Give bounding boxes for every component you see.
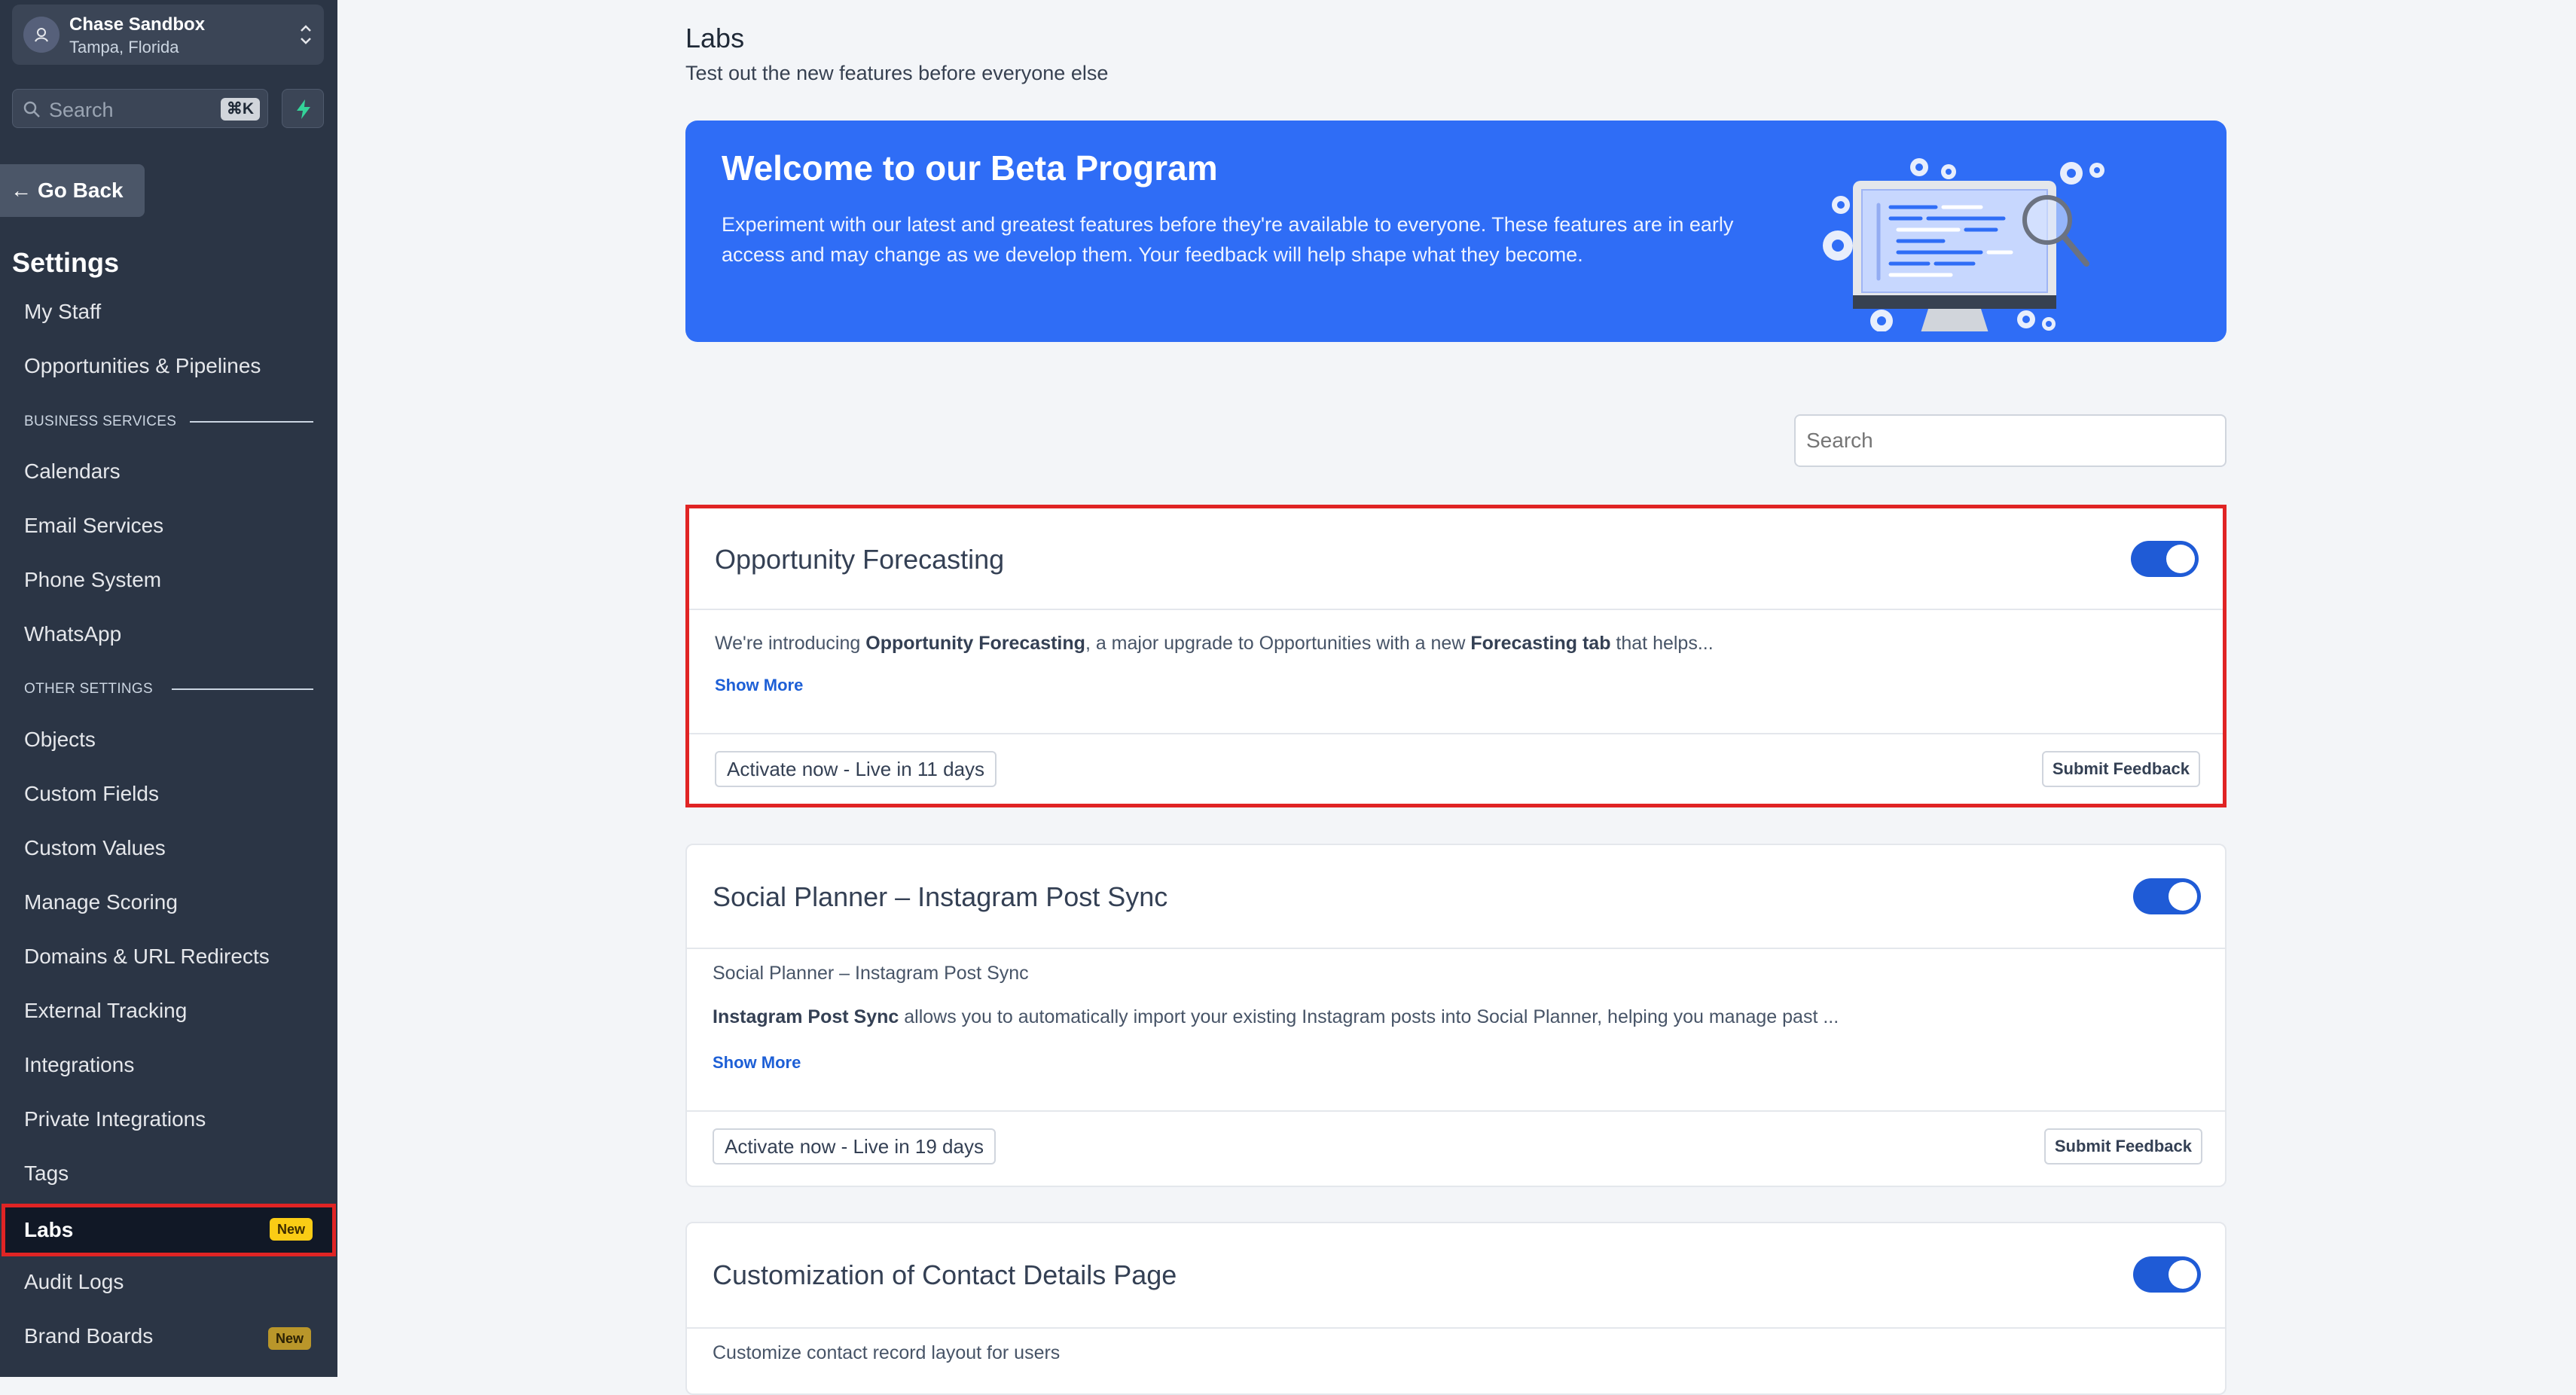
page-subtitle: Test out the new features before everyon…: [685, 62, 1109, 84]
card-description: We're introducing Opportunity Forecastin…: [715, 633, 1714, 655]
section-divider: [172, 688, 313, 690]
feature-toggle[interactable]: [2133, 878, 2201, 914]
sidebar-item-opportunities[interactable]: Opportunities & Pipelines: [24, 354, 261, 378]
arrow-left-icon: ←: [11, 179, 32, 202]
section-business-services: BUSINESS SERVICES: [24, 414, 177, 429]
sidebar-item-audit-logs[interactable]: Audit Logs: [24, 1270, 124, 1294]
sidebar-item-custom-fields[interactable]: Custom Fields: [24, 782, 159, 806]
sidebar-search-placeholder: Search: [49, 99, 114, 121]
sidebar-item-email-services[interactable]: Email Services: [24, 514, 163, 538]
feature-card-opportunity-forecasting: Opportunity Forecasting We're introducin…: [685, 505, 2227, 807]
feature-toggle[interactable]: [2133, 1256, 2201, 1293]
sidebar-item-private-integrations[interactable]: Private Integrations: [24, 1107, 206, 1131]
card-subtitle: Customize contact record layout for user…: [713, 1342, 1061, 1363]
go-back-button[interactable]: ← Go Back: [0, 164, 145, 217]
card-footer: Activate now - Live in 19 days Submit Fe…: [687, 1110, 2225, 1189]
toggle-knob: [2169, 1260, 2197, 1289]
sidebar-item-tags[interactable]: Tags: [24, 1161, 69, 1186]
location-avatar-icon: [23, 17, 60, 53]
card-title: Opportunity Forecasting: [715, 544, 1005, 575]
toggle-knob: [2169, 882, 2197, 911]
chevron-updown-icon: [301, 25, 311, 44]
card-title: Social Planner – Instagram Post Sync: [713, 881, 1168, 912]
toggle-knob: [2166, 545, 2195, 573]
sidebar-item-labs[interactable]: Labs New: [2, 1204, 336, 1256]
feature-card-instagram-post-sync: Social Planner – Instagram Post Sync Soc…: [685, 844, 2227, 1187]
sidebar-item-external-tracking[interactable]: External Tracking: [24, 999, 187, 1023]
feature-toggle[interactable]: [2131, 541, 2199, 577]
search-shortcut: ⌘K: [220, 98, 260, 121]
card-header: Customization of Contact Details Page: [687, 1223, 2225, 1329]
account-location: Tampa, Florida: [69, 38, 179, 56]
card-header: Opportunity Forecasting: [689, 508, 2223, 610]
sidebar-item-domains[interactable]: Domains & URL Redirects: [24, 945, 270, 969]
sidebar-item-manage-scoring[interactable]: Manage Scoring: [24, 890, 178, 914]
activate-now-button[interactable]: Activate now - Live in 19 days: [713, 1128, 996, 1165]
sidebar-search[interactable]: Search ⌘K: [12, 89, 268, 128]
labs-search-input[interactable]: [1794, 414, 2227, 467]
computer-code-illustration-icon: [1823, 158, 2104, 331]
settings-title: Settings: [12, 247, 120, 278]
desc-bold: Instagram Post Sync: [713, 1006, 899, 1027]
sidebar-item-integrations[interactable]: Integrations: [24, 1053, 134, 1077]
new-badge: New: [268, 1327, 312, 1350]
desc-bold: Opportunity Forecasting: [865, 633, 1085, 654]
section-other-settings: OTHER SETTINGS: [24, 681, 153, 697]
page-title: Labs: [685, 23, 745, 53]
sidebar-item-phone-system[interactable]: Phone System: [24, 568, 161, 592]
submit-feedback-button[interactable]: Submit Feedback: [2041, 751, 2200, 787]
sidebar-item-labs-label: Labs: [24, 1218, 74, 1241]
account-name: Chase Sandbox: [69, 14, 206, 35]
desc-text: allows you to automatically import your …: [899, 1006, 1839, 1027]
desc-text: that helps...: [1610, 633, 1714, 654]
section-divider: [190, 421, 313, 423]
banner-text: Experiment with our latest and greatest …: [722, 213, 1734, 266]
banner-title: Welcome to our Beta Program: [722, 148, 1218, 188]
sidebar-item-objects[interactable]: Objects: [24, 728, 96, 752]
lightning-icon: [297, 99, 310, 119]
go-back-label: Go Back: [38, 179, 124, 202]
beta-program-banner: Welcome to our Beta Program Experiment w…: [685, 121, 2227, 342]
sidebar-item-brand-boards[interactable]: Brand Boards: [24, 1324, 153, 1348]
quick-actions-button[interactable]: [282, 89, 324, 128]
card-subtitle: Social Planner – Instagram Post Sync: [713, 963, 1029, 984]
sidebar-item-whatsapp[interactable]: WhatsApp: [24, 622, 121, 646]
sidebar-item-calendars[interactable]: Calendars: [24, 459, 121, 484]
feature-card-contact-details: Customization of Contact Details Page Cu…: [685, 1222, 2227, 1395]
card-footer: Activate now - Live in 11 days Submit Fe…: [689, 733, 2223, 805]
desc-text: We're introducing: [715, 633, 866, 654]
card-title: Customization of Contact Details Page: [713, 1259, 1177, 1290]
card-header: Social Planner – Instagram Post Sync: [687, 845, 2225, 949]
search-icon: [23, 101, 40, 118]
activate-now-button[interactable]: Activate now - Live in 11 days: [715, 751, 997, 787]
sidebar: Chase Sandbox Tampa, Florida Search ⌘K ←…: [0, 0, 337, 1377]
card-description: Instagram Post Sync allows you to automa…: [713, 1006, 1839, 1028]
desc-text: , a major upgrade to Opportunities with …: [1085, 633, 1471, 654]
sidebar-item-custom-values[interactable]: Custom Values: [24, 836, 166, 860]
new-badge: New: [269, 1218, 313, 1241]
desc-bold: Forecasting tab: [1470, 633, 1611, 654]
sidebar-item-my-staff[interactable]: My Staff: [24, 300, 101, 324]
submit-feedback-button[interactable]: Submit Feedback: [2043, 1128, 2202, 1165]
account-switcher[interactable]: Chase Sandbox Tampa, Florida: [12, 5, 324, 65]
show-more-link[interactable]: Show More: [713, 1053, 801, 1073]
show-more-link[interactable]: Show More: [715, 676, 803, 695]
